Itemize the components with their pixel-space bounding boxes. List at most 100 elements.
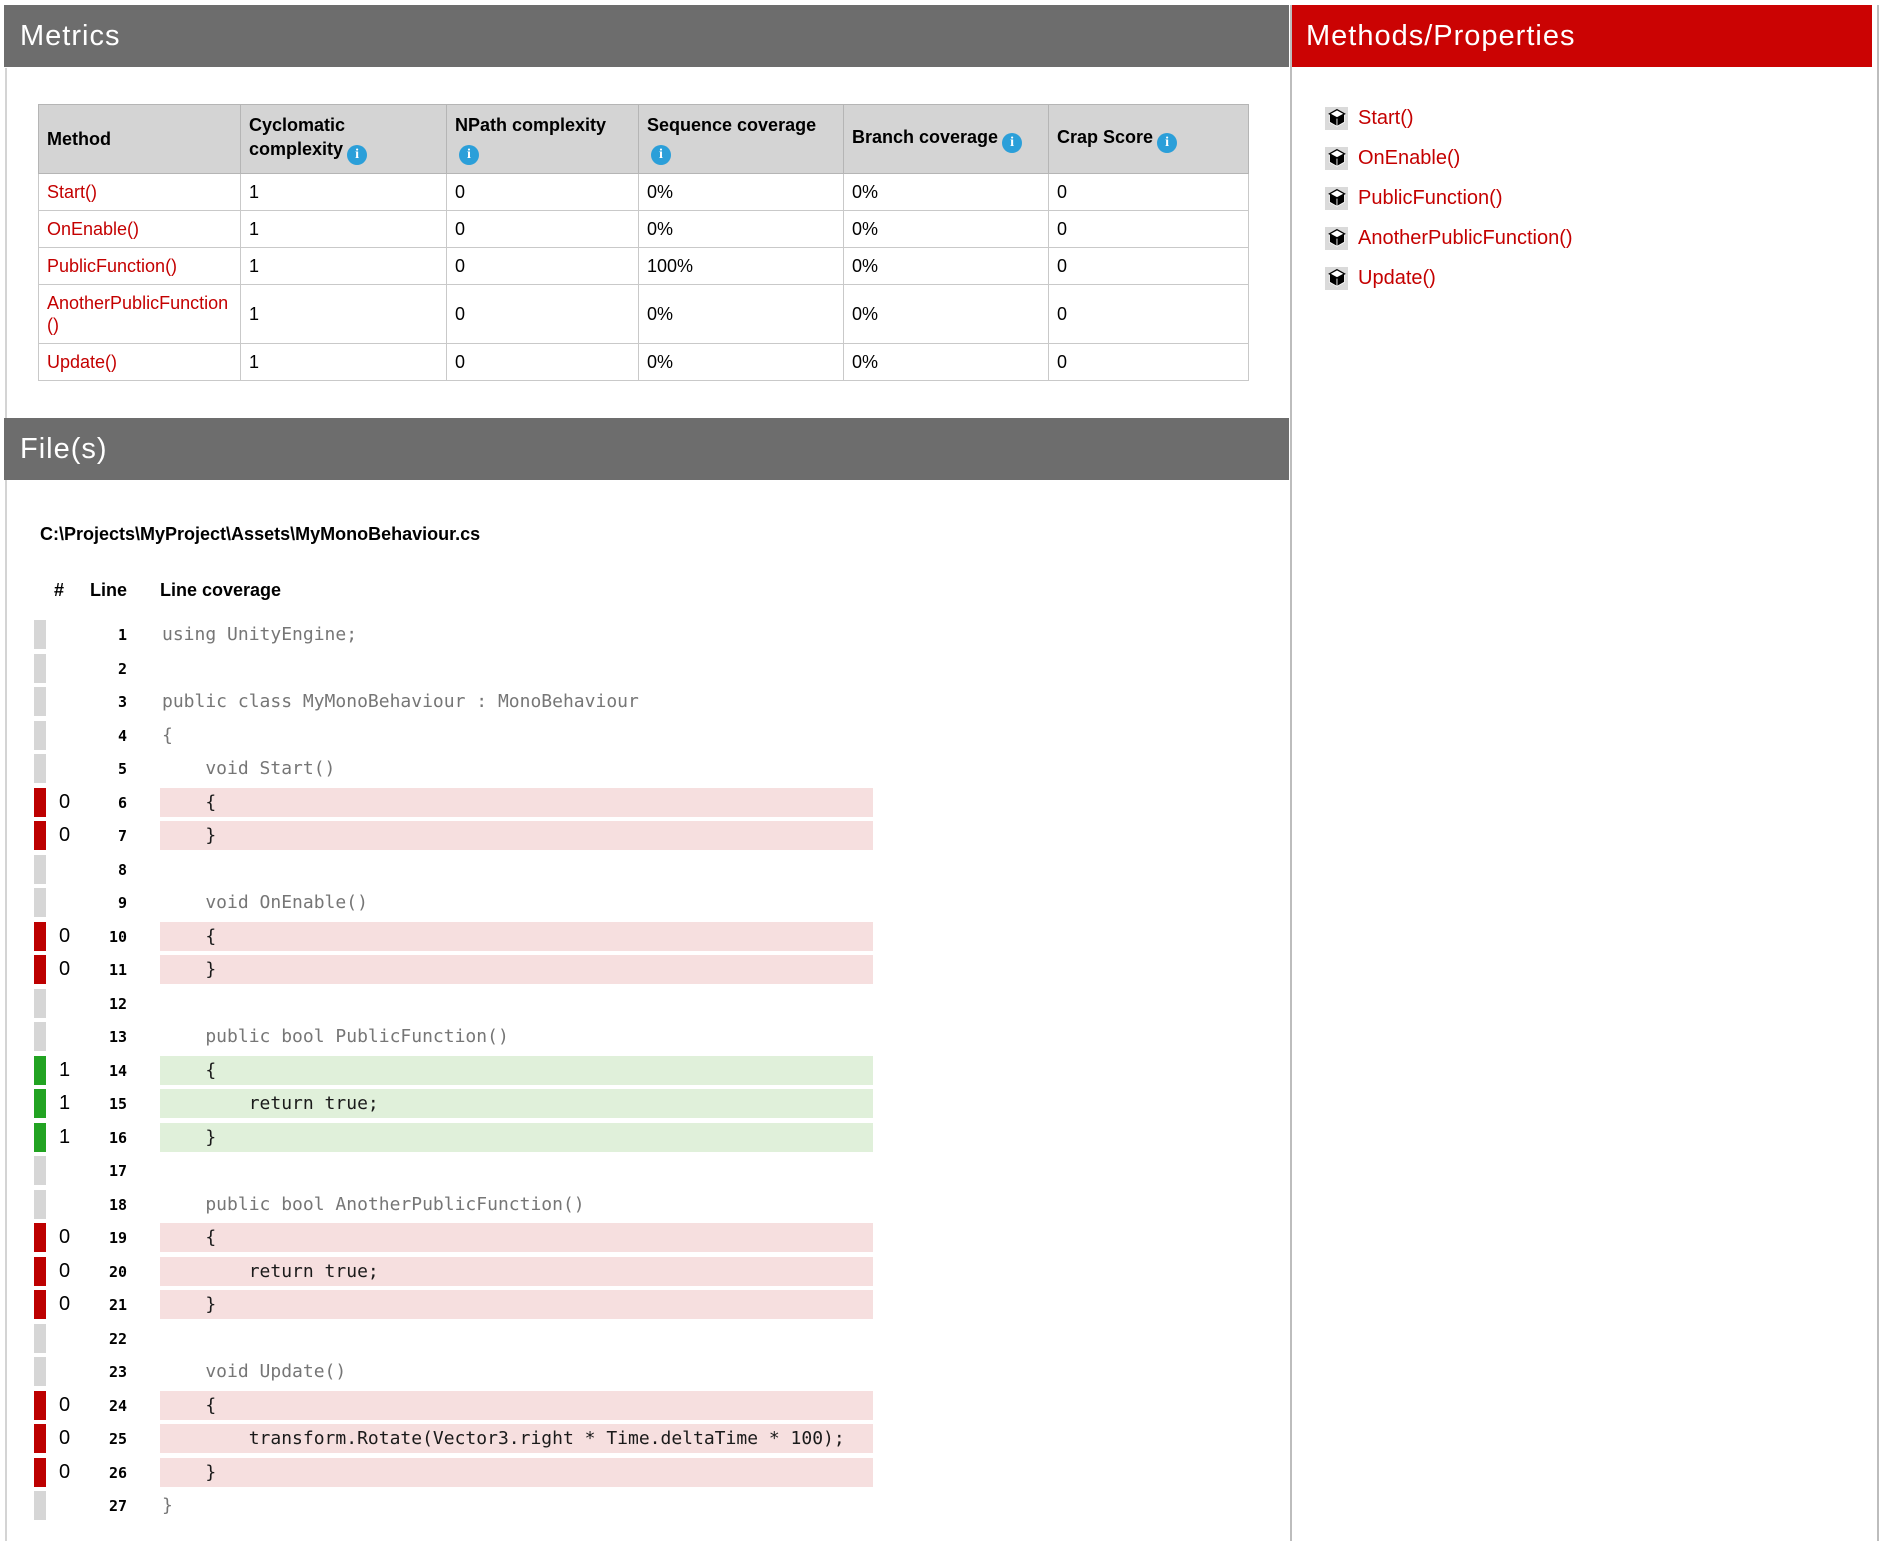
method-link[interactable]: PublicFunction(): [47, 256, 177, 276]
code-text: {: [160, 721, 873, 750]
metrics-section-title: Metrics: [4, 20, 120, 53]
method-link[interactable]: Start(): [1358, 107, 1414, 130]
line-number: 25: [62, 1422, 127, 1456]
code-line-row: 1using UnityEngine;: [34, 618, 873, 652]
method-cell: PublicFunction(): [39, 248, 241, 285]
table-row: Start() 1 0 0% 0% 0: [39, 174, 1249, 211]
metric-cell: 0: [1049, 248, 1249, 285]
sidebar-method-item[interactable]: Update(): [1325, 258, 1573, 298]
line-number: 2: [62, 652, 127, 686]
column-header-label: Method: [47, 129, 111, 149]
code-line-row: 026 }: [34, 1456, 873, 1490]
methods-properties-panel: Methods/Properties Start() OnEnable() Pu…: [1290, 5, 1879, 1541]
code-text: void Start(): [160, 754, 873, 783]
method-link[interactable]: Update(): [47, 352, 117, 372]
sidebar-method-item[interactable]: OnEnable(): [1325, 138, 1573, 178]
code-line-row: 13 public bool PublicFunction(): [34, 1020, 873, 1054]
line-number: 19: [62, 1221, 127, 1255]
file-path: C:\Projects\MyProject\Assets\MyMonoBehav…: [40, 524, 480, 545]
metric-cell: 0: [447, 174, 639, 211]
method-link[interactable]: OnEnable(): [1358, 147, 1460, 170]
method-link[interactable]: AnotherPublicFunction(): [1358, 227, 1573, 250]
info-icon[interactable]: i: [651, 145, 671, 165]
coverage-column-header: Line coverage: [160, 580, 281, 601]
sidebar-method-item[interactable]: Start(): [1325, 98, 1573, 138]
method-link[interactable]: Update(): [1358, 267, 1436, 290]
info-icon[interactable]: i: [1002, 133, 1022, 153]
metric-cell: 0: [447, 344, 639, 381]
column-header-label: Sequence coverage: [647, 115, 816, 135]
coverage-marker: [34, 1223, 46, 1252]
sidebar-method-item[interactable]: AnotherPublicFunction(): [1325, 218, 1573, 258]
coverage-marker: [34, 888, 46, 917]
info-icon[interactable]: i: [1157, 133, 1177, 153]
metric-cell: 1: [241, 344, 447, 381]
metric-cell: 0%: [844, 211, 1049, 248]
line-number: 20: [62, 1255, 127, 1289]
coverage-marker: [34, 654, 46, 683]
code-text: public bool PublicFunction(): [160, 1022, 873, 1051]
code-text: {: [160, 922, 873, 951]
metric-cell: 100%: [639, 248, 844, 285]
info-icon[interactable]: i: [347, 145, 367, 165]
code-text: {: [160, 1223, 873, 1252]
code-text: return true;: [160, 1089, 873, 1118]
code-text: transform.Rotate(Vector3.right * Time.de…: [160, 1424, 873, 1453]
line-number: 21: [62, 1288, 127, 1322]
info-icon[interactable]: i: [459, 145, 479, 165]
line-column-header: Line: [84, 580, 127, 601]
metric-cell: 0%: [844, 285, 1049, 344]
code-text: }: [160, 1290, 873, 1319]
method-cell: Start(): [39, 174, 241, 211]
metric-cell: 0%: [639, 285, 844, 344]
table-row: Update() 1 0 0% 0% 0: [39, 344, 1249, 381]
metric-cell: 0: [1049, 211, 1249, 248]
coverage-marker: [34, 1324, 46, 1353]
code-line-row: 06 {: [34, 786, 873, 820]
line-number: 24: [62, 1389, 127, 1423]
code-line-row: 3public class MyMonoBehaviour : MonoBeha…: [34, 685, 873, 719]
method-link[interactable]: OnEnable(): [47, 219, 139, 239]
code-line-row: 020 return true;: [34, 1255, 873, 1289]
page-left-border: [5, 68, 7, 1541]
metric-cell: 0%: [844, 344, 1049, 381]
code-line-row: 115 return true;: [34, 1087, 873, 1121]
metrics-table: Method Cyclomatic complexityi NPath comp…: [38, 104, 1249, 381]
method-cell: OnEnable(): [39, 211, 241, 248]
coverage-marker: [34, 1424, 46, 1453]
column-header-cyclomatic: Cyclomatic complexityi: [241, 105, 447, 174]
metric-cell: 0: [1049, 285, 1249, 344]
coverage-marker: [34, 1123, 46, 1152]
code-line-row: 5 void Start(): [34, 752, 873, 786]
code-text: }: [160, 1491, 873, 1520]
code-line-row: 07 }: [34, 819, 873, 853]
method-link[interactable]: AnotherPublicFunction(): [47, 293, 228, 335]
code-text: [160, 654, 873, 683]
method-cell: AnotherPublicFunction(): [39, 285, 241, 344]
method-link[interactable]: Start(): [47, 182, 97, 202]
coverage-marker: [34, 1022, 46, 1051]
code-line-row: 4{: [34, 719, 873, 753]
line-number: 1: [62, 618, 127, 652]
code-line-row: 025 transform.Rotate(Vector3.right * Tim…: [34, 1422, 873, 1456]
sidebar-method-item[interactable]: PublicFunction(): [1325, 178, 1573, 218]
line-number: 7: [62, 819, 127, 853]
metric-cell: 0: [1049, 344, 1249, 381]
column-header-sequence: Sequence coverage i: [639, 105, 844, 174]
coverage-marker: [34, 1290, 46, 1319]
code-line-row: 9 void OnEnable(): [34, 886, 873, 920]
metrics-section-header: Metrics: [4, 5, 1289, 67]
code-listing: 1using UnityEngine; 2 3public class MyMo…: [34, 618, 873, 1523]
code-text: }: [160, 821, 873, 850]
coverage-report-page: Metrics Method Cyclomatic complexityi NP…: [0, 0, 1886, 1541]
code-text: [160, 1324, 873, 1353]
metric-cell: 1: [241, 174, 447, 211]
line-number: 11: [62, 953, 127, 987]
column-header-npath: NPath complexityi: [447, 105, 639, 174]
code-text: }: [160, 1123, 873, 1152]
code-line-row: 8: [34, 853, 873, 887]
coverage-marker: [34, 821, 46, 850]
coverage-marker: [34, 922, 46, 951]
method-link[interactable]: PublicFunction(): [1358, 187, 1503, 210]
code-text: public class MyMonoBehaviour : MonoBehav…: [160, 687, 873, 716]
